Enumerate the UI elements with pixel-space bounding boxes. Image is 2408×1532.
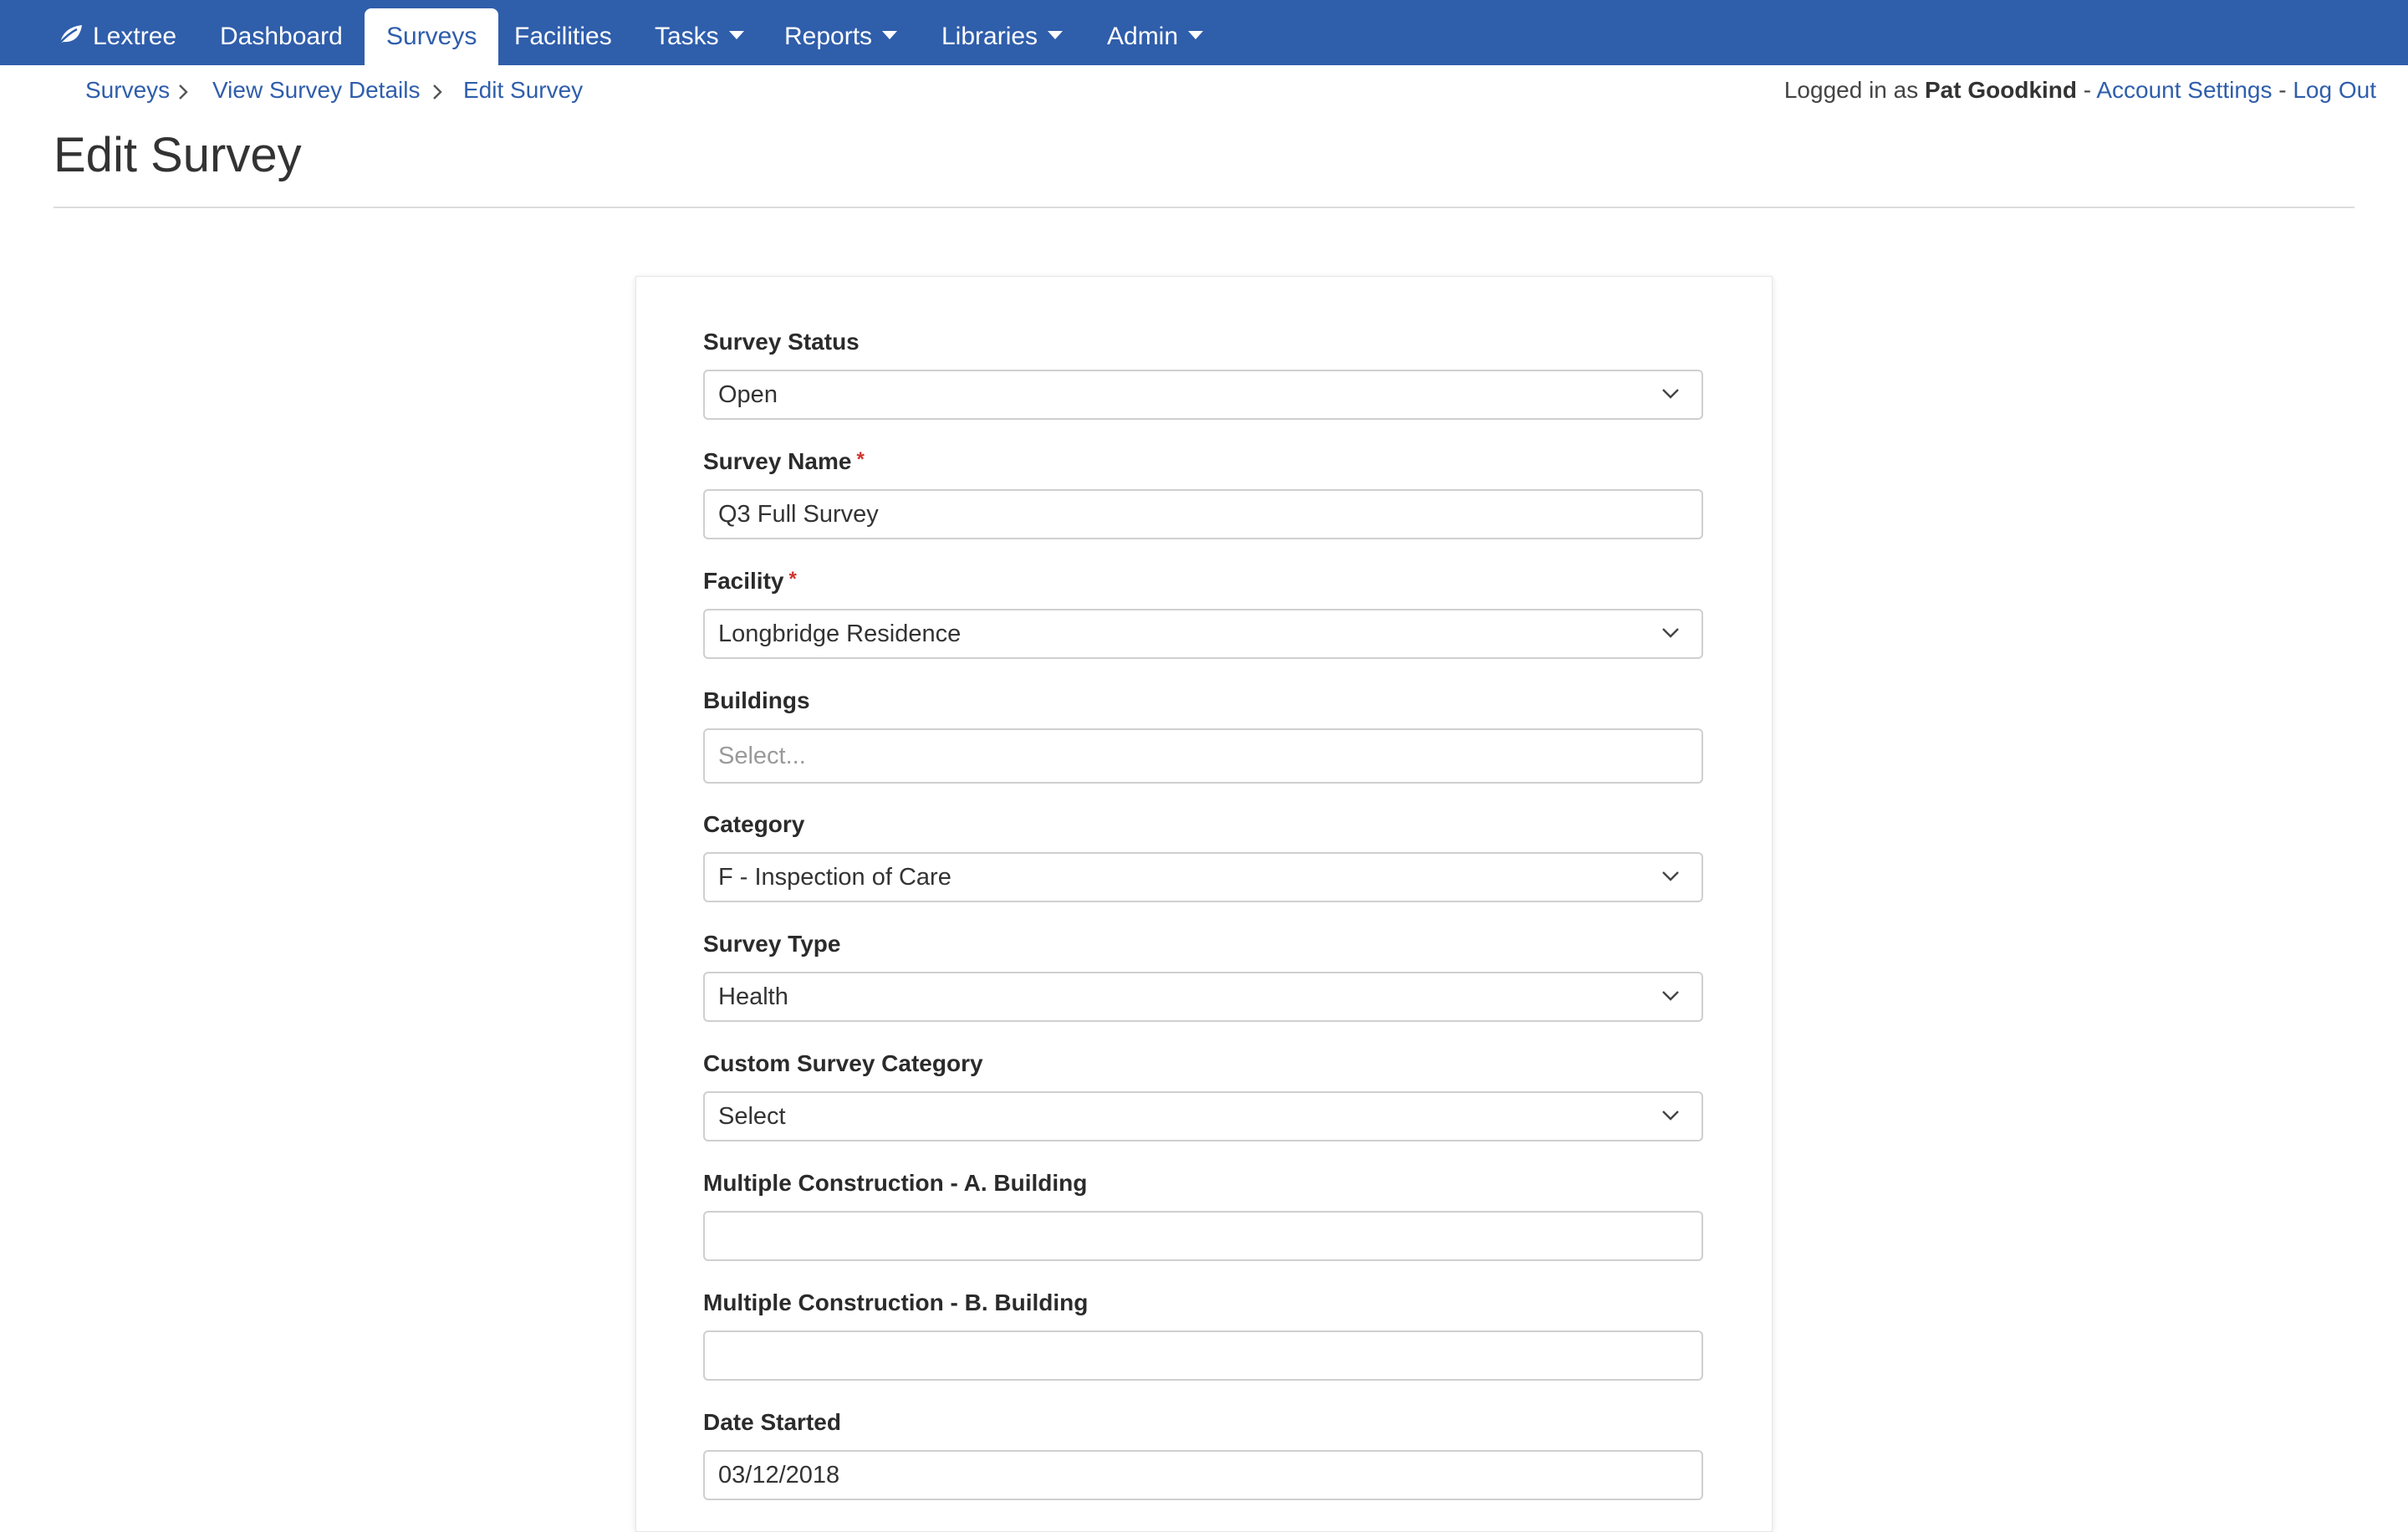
caret-down-icon: [1188, 31, 1204, 40]
nav-admin[interactable]: Admin: [1107, 0, 1204, 65]
multiple-construction-b-input[interactable]: [703, 1330, 1703, 1381]
nav-surveys[interactable]: Surveys: [365, 8, 499, 65]
leaf-icon: [58, 25, 82, 45]
edit-survey-form: Survey Status Open Survey Name* Facility…: [635, 276, 1773, 1532]
category-select[interactable]: F - Inspection of Care: [703, 852, 1703, 902]
chevron-right-icon: [179, 84, 188, 100]
required-marker: *: [856, 448, 865, 471]
survey-type-value: Health: [718, 983, 788, 1010]
separator: -: [2278, 77, 2287, 103]
custom-survey-category-select[interactable]: Select: [703, 1091, 1703, 1141]
user-name: Pat Goodkind: [1925, 77, 2077, 103]
caret-down-icon: [728, 31, 744, 40]
survey-name-input[interactable]: [703, 489, 1703, 539]
facility-value: Longbridge Residence: [718, 620, 962, 647]
facility-label-text: Facility: [703, 568, 784, 594]
chevron-down-icon: [1662, 628, 1679, 638]
title-divider: [54, 207, 2354, 208]
facility-select[interactable]: Longbridge Residence: [703, 609, 1703, 659]
caret-down-icon: [1048, 31, 1064, 40]
nav-reports[interactable]: Reports: [784, 0, 898, 65]
survey-status-label: Survey Status: [703, 329, 860, 355]
survey-type-select[interactable]: Health: [703, 972, 1703, 1022]
brand-link[interactable]: Lextree: [93, 0, 176, 65]
top-navbar: Lextree Dashboard Surveys Facilities Tas…: [0, 0, 2408, 65]
facility-label: Facility *: [703, 568, 797, 595]
multiple-construction-b-label: Multiple Construction - B. Building: [703, 1289, 1089, 1315]
category-label: Category: [703, 811, 805, 837]
nav-tasks-label: Tasks: [655, 23, 719, 50]
nav-libraries-label: Libraries: [941, 23, 1038, 50]
chevron-down-icon: [1662, 1111, 1679, 1121]
breadcrumb-edit-survey[interactable]: Edit Survey: [463, 77, 583, 104]
custom-survey-category-label: Custom Survey Category: [703, 1050, 983, 1076]
custom-survey-category-value: Select: [718, 1103, 786, 1130]
multiple-construction-a-input[interactable]: [703, 1211, 1703, 1261]
logged-in-text: Logged in as: [1783, 77, 1919, 103]
nav-dashboard[interactable]: Dashboard: [220, 0, 343, 65]
account-settings-link[interactable]: Account Settings: [2096, 77, 2272, 103]
survey-status-value: Open: [718, 381, 778, 408]
nav-facilities[interactable]: Facilities: [514, 0, 612, 65]
nav-reports-label: Reports: [784, 23, 873, 50]
nav-admin-label: Admin: [1107, 23, 1179, 50]
separator: -: [2083, 77, 2092, 103]
logout-link[interactable]: Log Out: [2293, 77, 2376, 103]
buildings-multiselect[interactable]: Select...: [703, 728, 1703, 784]
survey-name-label-text: Survey Name: [703, 448, 852, 474]
required-marker: *: [788, 568, 797, 590]
chevron-right-icon: [433, 84, 442, 100]
survey-name-label: Survey Name *: [703, 448, 865, 475]
buildings-placeholder: Select...: [718, 743, 806, 769]
date-started-label: Date Started: [703, 1409, 841, 1435]
page-title: Edit Survey: [54, 128, 302, 182]
survey-status-select[interactable]: Open: [703, 370, 1703, 420]
buildings-label: Buildings: [703, 687, 810, 713]
caret-down-icon: [882, 31, 898, 40]
chevron-down-icon: [1662, 389, 1679, 399]
chevron-down-icon: [1662, 871, 1679, 881]
nav-libraries[interactable]: Libraries: [941, 0, 1064, 65]
nav-tasks[interactable]: Tasks: [655, 0, 744, 65]
breadcrumb-surveys[interactable]: Surveys: [85, 77, 170, 104]
multiple-construction-a-label: Multiple Construction - A. Building: [703, 1170, 1088, 1196]
user-bar: Logged in as Pat Goodkind - Account Sett…: [1784, 77, 2376, 104]
category-value: F - Inspection of Care: [718, 864, 951, 891]
chevron-down-icon: [1662, 991, 1679, 1001]
breadcrumb-view-survey-details[interactable]: View Survey Details: [212, 77, 420, 104]
date-started-input[interactable]: [703, 1450, 1703, 1500]
survey-type-label: Survey Type: [703, 931, 841, 957]
